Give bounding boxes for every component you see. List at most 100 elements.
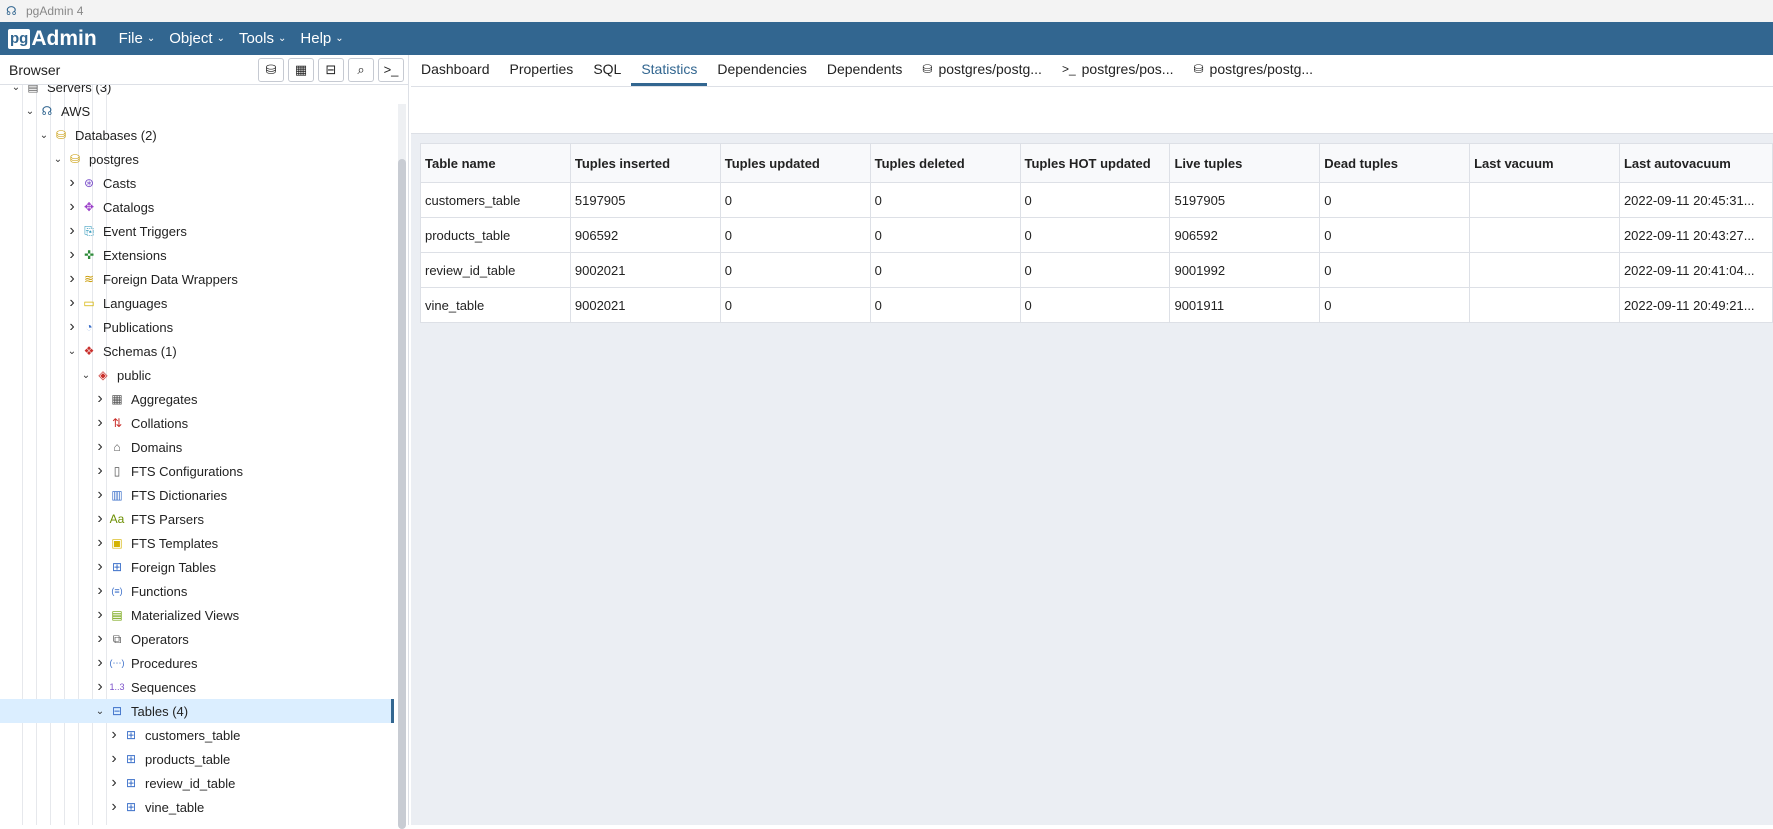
table-cell: 2022-09-11 20:43:27... — [1618, 217, 1773, 253]
menu-tools[interactable]: Tools ⌄ — [239, 30, 286, 47]
column-header[interactable]: Tuples updated — [719, 143, 871, 183]
tree-node-tables-4[interactable]: ⌄ ⊟ Tables (4) — [0, 699, 394, 723]
tree-node-databases-2[interactable]: ⌄ ⛁ Databases (2) — [0, 123, 394, 147]
chevron-right-icon[interactable]: › — [92, 654, 108, 672]
chevron-right-icon[interactable]: › — [92, 678, 108, 696]
menu-help[interactable]: Help ⌄ — [300, 30, 343, 47]
chevron-down-icon[interactable]: ⌄ — [36, 130, 52, 141]
chevron-down-icon[interactable]: ⌄ — [50, 154, 66, 165]
chevron-right-icon[interactable]: › — [92, 534, 108, 552]
chevron-right-icon[interactable]: › — [92, 510, 108, 528]
filtered-rows-icon[interactable]: ⊟ — [318, 57, 344, 82]
table-cell: 906592 — [569, 217, 721, 253]
chevron-right-icon[interactable]: › — [92, 582, 108, 600]
chevron-right-icon[interactable]: › — [92, 390, 108, 408]
tree-scrollbar-thumb[interactable] — [398, 159, 406, 829]
chevron-right-icon[interactable]: › — [64, 222, 80, 240]
tree-node-vine-table[interactable]: › ⊞ vine_table — [0, 795, 394, 819]
chevron-right-icon[interactable]: › — [106, 726, 122, 744]
tab-label: postgres/postg... — [1209, 61, 1314, 77]
chevron-right-icon[interactable]: › — [64, 294, 80, 312]
tree-node-catalogs[interactable]: › ✥ Catalogs — [0, 195, 394, 219]
tree-node-aws[interactable]: ⌄ ☊ AWS — [0, 99, 394, 123]
tree-node-languages[interactable]: › ▭ Languages — [0, 291, 394, 315]
chevron-right-icon[interactable]: › — [64, 318, 80, 336]
chevron-right-icon[interactable]: › — [106, 750, 122, 768]
chevron-right-icon[interactable]: › — [64, 198, 80, 216]
column-header[interactable]: Tuples HOT updated — [1019, 143, 1171, 183]
tree-node-fts-templates[interactable]: › ▣ FTS Templates — [0, 531, 394, 555]
tab-session-7[interactable]: >_ postgres/pos... — [1052, 55, 1184, 86]
tree-node-publications[interactable]: › ◔ Publications — [0, 315, 394, 339]
view-data-icon[interactable]: ▦ — [288, 57, 314, 82]
tree-node-casts[interactable]: › ⊛ Casts — [0, 171, 394, 195]
chevron-down-icon[interactable]: ⌄ — [64, 346, 80, 357]
tree-node-foreign-data-wrappers[interactable]: › ≋ Foreign Data Wrappers — [0, 267, 394, 291]
column-header[interactable]: Last autovacuum — [1618, 143, 1773, 183]
chevron-right-icon[interactable]: › — [92, 606, 108, 624]
column-header[interactable]: Tuples inserted — [569, 143, 721, 183]
chevron-right-icon[interactable]: › — [64, 174, 80, 192]
tree-node-collations[interactable]: › ⇅ Collations — [0, 411, 394, 435]
menu-object[interactable]: Object ⌄ — [169, 30, 225, 47]
tree-node-extensions[interactable]: › ✜ Extensions — [0, 243, 394, 267]
tree-scrollbar[interactable] — [398, 104, 406, 829]
chevron-down-icon[interactable]: ⌄ — [8, 85, 24, 93]
tree-node-products-table[interactable]: › ⊞ products_table — [0, 747, 394, 771]
column-header[interactable]: Table name — [420, 143, 571, 183]
chevron-right-icon[interactable]: › — [92, 414, 108, 432]
menu-file[interactable]: File ⌄ — [119, 30, 156, 47]
query-tool-icon[interactable]: ⛁ — [258, 57, 284, 82]
tree-node-event-triggers[interactable]: › ⎘ Event Triggers — [0, 219, 394, 243]
column-header[interactable]: Tuples deleted — [869, 143, 1021, 183]
table-row[interactable]: review_id_table 9002021 0 0 0 9001992 0 2022-09… — [420, 252, 1773, 288]
chevron-right-icon[interactable]: › — [64, 270, 80, 288]
tree-node-review-id-table[interactable]: › ⊞ review_id_table — [0, 771, 394, 795]
chevron-right-icon[interactable]: › — [92, 630, 108, 648]
table-cell: 2022-09-11 20:45:31... — [1618, 182, 1773, 218]
tree-node-fts-configurations[interactable]: › ▯ FTS Configurations — [0, 459, 394, 483]
tab-dashboard[interactable]: Dashboard — [411, 55, 500, 86]
tree-node-functions[interactable]: › (≡) Functions — [0, 579, 394, 603]
tree-node-public[interactable]: ⌄ ◈ public — [0, 363, 394, 387]
chevron-right-icon[interactable]: › — [92, 438, 108, 456]
tab-properties[interactable]: Properties — [500, 55, 584, 86]
column-header[interactable]: Live tuples — [1169, 143, 1321, 183]
tree-node-foreign-tables[interactable]: › ⊞ Foreign Tables — [0, 555, 394, 579]
tree-node-fts-parsers[interactable]: › Aa FTS Parsers — [0, 507, 394, 531]
tab-statistics[interactable]: Statistics — [631, 55, 708, 86]
chevron-down-icon[interactable]: ⌄ — [78, 370, 94, 381]
chevron-down-icon[interactable]: ⌄ — [22, 106, 38, 117]
table-row[interactable]: customers_table 5197905 0 0 0 5197905 0 2022-09… — [420, 182, 1773, 218]
tree-node-customers-table[interactable]: › ⊞ customers_table — [0, 723, 394, 747]
tree-node-label: Schemas (1) — [103, 343, 177, 359]
tree-node-materialized-views[interactable]: › ▤ Materialized Views — [0, 603, 394, 627]
chevron-down-icon[interactable]: ⌄ — [92, 706, 108, 717]
tree-node-operators[interactable]: › ⧉ Operators — [0, 627, 394, 651]
chevron-right-icon[interactable]: › — [106, 774, 122, 792]
tree-node-postgres[interactable]: ⌄ ⛁ postgres — [0, 147, 394, 171]
chevron-right-icon[interactable]: › — [92, 486, 108, 504]
table-row[interactable]: vine_table 9002021 0 0 0 9001911 0 2022-09-11 2… — [420, 287, 1773, 323]
psql-tool-icon[interactable]: >_ — [378, 57, 404, 82]
chevron-right-icon[interactable]: › — [92, 462, 108, 480]
chevron-right-icon[interactable]: › — [106, 798, 122, 816]
tab-dependents[interactable]: Dependents — [817, 55, 913, 86]
tree-node-fts-dictionaries[interactable]: › ▥ FTS Dictionaries — [0, 483, 394, 507]
chevron-right-icon[interactable]: › — [64, 246, 80, 264]
tab-session-6[interactable]: ⛁ postgres/postg... — [912, 55, 1052, 86]
tree-node-procedures[interactable]: › (⋯) Procedures — [0, 651, 394, 675]
tree-node-aggregates[interactable]: › ▦ Aggregates — [0, 387, 394, 411]
tree-node-servers-3[interactable]: ⌄ ▤ Servers (3) — [0, 85, 394, 99]
tree-node-sequences[interactable]: › 1..3 Sequences — [0, 675, 394, 699]
column-header[interactable]: Dead tuples — [1319, 143, 1471, 183]
search-icon[interactable]: ⌕ — [348, 57, 374, 82]
chevron-right-icon[interactable]: › — [92, 558, 108, 576]
tab-session-8[interactable]: ⛁ postgres/postg... — [1183, 55, 1323, 86]
tree-node-domains[interactable]: › ⌂ Domains — [0, 435, 394, 459]
tab-sql[interactable]: SQL — [583, 55, 631, 86]
tab-dependencies[interactable]: Dependencies — [707, 55, 817, 86]
column-header[interactable]: Last vacuum — [1469, 143, 1620, 183]
tree-node-schemas-1[interactable]: ⌄ ❖ Schemas (1) — [0, 339, 394, 363]
table-row[interactable]: products_table 906592 0 0 0 906592 0 2022-09-11… — [420, 217, 1773, 253]
